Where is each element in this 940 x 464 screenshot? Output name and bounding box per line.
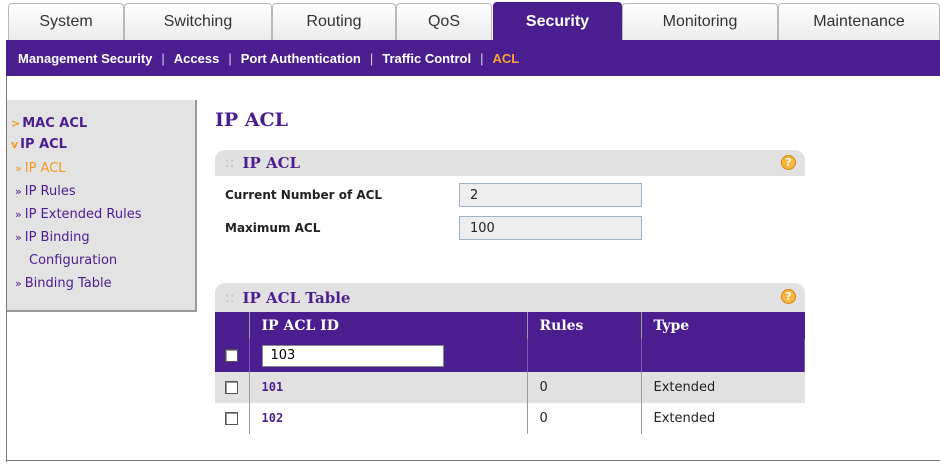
tab-label: Routing [306, 13, 362, 30]
current-acl-field: 2 [459, 183, 642, 207]
sidebar-item-label: Binding Table [24, 276, 112, 291]
checkbox-cell [215, 372, 250, 403]
tab-switching[interactable]: Switching [124, 3, 272, 40]
column-header-rules: Rules [527, 312, 642, 339]
current-acl-label: Current Number of ACL [225, 188, 383, 202]
tab-maintenance[interactable]: Maintenance [778, 3, 940, 40]
table-row: 101 0 Extended [215, 372, 805, 403]
ip-acl-table-panel-header: :: IP ACL Table ? [215, 283, 805, 312]
new-rules-cell [527, 339, 642, 372]
column-header-ip-acl-id: IP ACL ID [249, 312, 528, 339]
new-type-cell [641, 339, 805, 372]
tab-label: QoS [427, 13, 460, 30]
ip-acl-panel-body: Current Number of ACL 2 Maximum ACL 100 [215, 176, 805, 246]
acl-id-link[interactable]: 102 [262, 411, 284, 425]
tab-label: System [39, 13, 93, 30]
subnav-separator: | [228, 50, 232, 66]
chevron-down-icon: v [11, 138, 19, 151]
sidebar-item-label: IP Extended Rules [24, 207, 142, 222]
row-checkbox[interactable] [225, 381, 239, 394]
column-header-type: Type [641, 312, 805, 339]
sidebar-item-label: IP ACL [24, 161, 66, 176]
bullet-icon: » [15, 231, 22, 244]
bullet-icon: » [15, 277, 22, 290]
subnav-acl[interactable]: ACL [492, 51, 519, 66]
acl-id-cell: 102 [249, 403, 528, 434]
tab-label: Maintenance [813, 13, 905, 30]
sub-navigation: Management Security | Access | Port Auth… [6, 40, 940, 76]
acl-id-link[interactable]: 101 [262, 380, 284, 394]
subnav-traffic-control[interactable]: Traffic Control [382, 51, 471, 66]
bullet-icon: » [15, 162, 22, 175]
tab-label: Security [525, 12, 590, 30]
sidebar-item-ip-extended-rules[interactable]: » IP Extended Rules [15, 207, 142, 222]
type-cell: Extended [641, 372, 805, 403]
select-column-header [215, 312, 250, 339]
sidebar-item-ip-binding-configuration[interactable]: » IP Binding [15, 230, 90, 245]
new-id-cell [249, 339, 528, 372]
ip-acl-table: IP ACL ID Rules Type 101 0 Extended 102 … [215, 312, 805, 434]
sidebar-item-label: IP Binding [24, 230, 90, 245]
tab-label: Monitoring [662, 13, 738, 30]
sidebar-item-ip-binding-configuration-cont[interactable]: Configuration [29, 253, 117, 268]
content-frame-border [6, 460, 940, 461]
new-row-checkbox[interactable] [225, 349, 239, 362]
sidebar-item-label: MAC ACL [22, 116, 88, 131]
row-checkbox[interactable] [225, 412, 239, 425]
sidebar-item-binding-table[interactable]: » Binding Table [15, 276, 112, 291]
max-acl-field: 100 [459, 216, 642, 240]
max-acl-label: Maximum ACL [225, 221, 321, 235]
tab-routing[interactable]: Routing [272, 3, 396, 40]
grip-icon: :: [225, 155, 235, 171]
page-title: IP ACL [215, 109, 289, 131]
bullet-icon: » [15, 185, 22, 198]
checkbox-cell [215, 403, 250, 434]
subnav-access[interactable]: Access [174, 51, 220, 66]
tab-qos[interactable]: QoS [396, 3, 492, 40]
subnav-separator: | [369, 50, 374, 66]
rules-cell: 0 [527, 403, 642, 434]
table-row: 102 0 Extended [215, 403, 805, 434]
panel-title: IP ACL [242, 154, 301, 172]
type-cell: Extended [641, 403, 805, 434]
sidebar-item-ip-rules[interactable]: » IP Rules [15, 184, 76, 199]
sidebar: > MAC ACL v IP ACL » IP ACL » IP Rules » IP E… [7, 100, 197, 312]
grip-icon: :: [225, 289, 235, 306]
table-new-row [215, 339, 805, 372]
chevron-right-icon: > [11, 117, 21, 130]
acl-id-cell: 101 [249, 372, 528, 403]
subnav-separator: | [161, 50, 165, 66]
sidebar-item-ip-acl[interactable]: v IP ACL [11, 137, 67, 152]
checkbox-cell [215, 339, 250, 372]
help-icon[interactable]: ? [781, 155, 796, 170]
subnav-separator: | [480, 50, 484, 66]
subnav-management-security[interactable]: Management Security [18, 51, 152, 66]
tab-security[interactable]: Security [493, 2, 622, 40]
bullet-icon: » [15, 208, 22, 221]
subnav-port-authentication[interactable]: Port Authentication [241, 51, 361, 66]
rules-cell: 0 [527, 372, 642, 403]
top-tab-bar: System Switching Routing QoS Security Mo… [0, 0, 940, 40]
sidebar-item-label: Configuration [29, 253, 118, 268]
sidebar-item-label: IP ACL [20, 137, 67, 152]
sidebar-item-mac-acl[interactable]: > MAC ACL [11, 116, 87, 131]
panel-title: IP ACL Table [242, 288, 351, 307]
tab-monitoring[interactable]: Monitoring [622, 3, 778, 40]
sidebar-item-ip-acl-page[interactable]: » IP ACL [15, 161, 66, 176]
ip-acl-panel-header: :: IP ACL ? [215, 150, 805, 176]
tab-system[interactable]: System [8, 3, 124, 40]
help-icon[interactable]: ? [781, 289, 796, 304]
sidebar-item-label: IP Rules [24, 184, 76, 199]
tab-label: Switching [163, 13, 233, 30]
new-acl-id-input[interactable] [261, 344, 444, 367]
table-header-row: IP ACL ID Rules Type [215, 312, 805, 339]
